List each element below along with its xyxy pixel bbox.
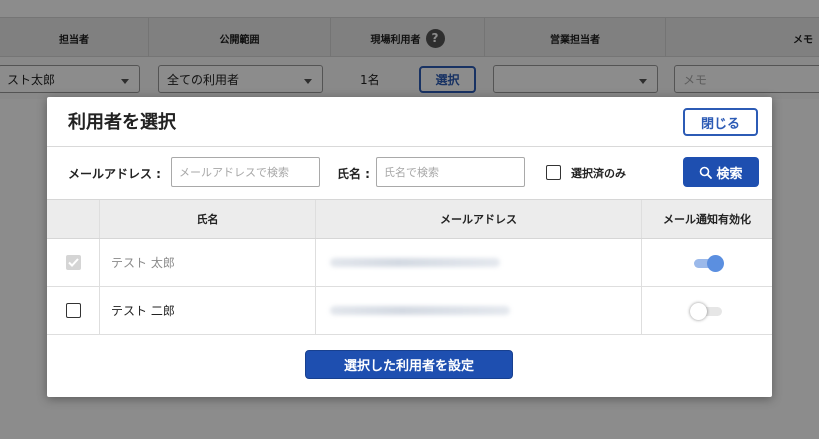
modal-header: 利用者を選択 閉じる	[47, 97, 772, 147]
user-select-modal: 利用者を選択 閉じる メールアドレス : 氏名 : 選択済のみ 検索 氏名 メー…	[47, 97, 772, 397]
user-name: テスト 二郎	[100, 287, 316, 334]
email-label: メールアドレス :	[68, 167, 161, 181]
name-search-input[interactable]	[376, 157, 525, 187]
header-email: メールアドレス	[316, 200, 642, 238]
notify-toggle-on[interactable]	[690, 253, 724, 273]
apply-selected-users-button[interactable]: 選択した利用者を設定	[305, 350, 513, 379]
table-row: テスト 太郎	[47, 239, 772, 287]
header-notify: メール通知有効化	[663, 213, 751, 226]
header-name: 氏名	[100, 200, 316, 238]
header-select	[47, 200, 100, 238]
table-row: テスト 二郎	[47, 287, 772, 335]
modal-footer: 選択した利用者を設定	[47, 337, 772, 397]
row-checkbox[interactable]	[65, 303, 81, 318]
selected-only-label: 選択済のみ	[571, 167, 626, 180]
search-icon	[700, 166, 713, 179]
name-label: 氏名 :	[337, 167, 370, 181]
modal-title: 利用者を選択	[68, 112, 176, 133]
search-bar: メールアドレス : 氏名 : 選択済のみ 検索	[47, 147, 772, 199]
check-icon	[67, 258, 79, 267]
row-checkbox-checked[interactable]	[65, 255, 81, 270]
user-email-blurred	[316, 239, 642, 286]
email-search-input[interactable]	[171, 157, 320, 187]
notify-toggle-off[interactable]	[690, 301, 724, 321]
user-name: テスト 太郎	[100, 239, 316, 286]
selected-only-checkbox[interactable]	[546, 165, 561, 180]
table-header: 氏名 メールアドレス メール通知有効化	[47, 199, 772, 239]
user-email-blurred	[316, 287, 642, 334]
search-button[interactable]: 検索	[683, 157, 759, 187]
close-button[interactable]: 閉じる	[683, 108, 758, 136]
